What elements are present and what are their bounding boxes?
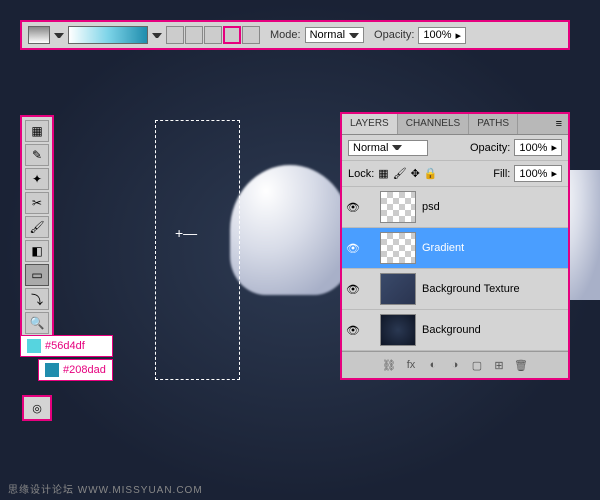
lock-label: Lock: [348,168,374,180]
fill-label: Fill: [493,168,510,180]
layer-name[interactable]: Background [422,324,481,336]
layer-row[interactable]: 👁 Background Texture [342,269,568,310]
adjustment-layer-icon[interactable]: ◑ [448,358,462,372]
mode-select[interactable]: Normal [305,27,364,43]
layer-row[interactable]: 👁 psd [342,187,568,228]
diamond-gradient-button[interactable] [242,26,260,44]
mode-label: Mode: [270,29,301,41]
tab-channels[interactable]: CHANNELS [398,114,469,134]
layer-name[interactable]: psd [422,201,440,213]
gradient-preview[interactable] [68,26,148,44]
color-tag-1: #56d4df [20,335,113,357]
layer-thumbnail[interactable] [380,314,416,346]
visibility-icon[interactable]: 👁 [346,201,360,214]
color-annotations: #56d4df #208dad [20,335,113,383]
radial-gradient-button[interactable] [185,26,203,44]
tab-paths[interactable]: PATHS [469,114,518,134]
chevron-down-icon[interactable] [152,33,162,38]
angle-gradient-button[interactable] [204,26,222,44]
layer-fx-icon[interactable]: fx [404,358,418,372]
layer-thumbnail[interactable] [380,273,416,305]
layer-name[interactable]: Background Texture [422,283,520,295]
panel-menu-icon[interactable]: ≡ [550,114,568,134]
magic-wand-tool[interactable]: ✦ [25,168,49,190]
new-layer-icon[interactable]: ⊞ [492,358,506,372]
lasso-tool[interactable]: ✎ [25,144,49,166]
layer-list: 👁 psd 👁 Gradient 👁 Background Texture 👁 Backgro… [342,187,568,351]
blend-mode-select[interactable]: Normal [348,140,428,156]
visibility-icon[interactable]: 👁 [346,283,360,296]
visibility-icon[interactable]: 👁 [346,242,360,255]
lock-all-icon[interactable]: 🔒 [424,167,438,180]
lock-transparency-icon[interactable]: ▦ [378,167,388,180]
eraser-tool[interactable]: ◧ [25,240,49,262]
gradient-type-group [166,26,260,44]
delete-layer-icon[interactable]: 🗑 [514,358,528,372]
chevron-down-icon [349,33,359,38]
canvas-3d-object [230,165,350,295]
options-bar: Mode: Normal Opacity: 100%▸ [20,20,570,50]
layer-row[interactable]: 👁 Gradient [342,228,568,269]
quickmask-button[interactable]: ◎ [22,395,52,421]
layer-thumbnail[interactable] [380,232,416,264]
layer-group-icon[interactable]: ▢ [470,358,484,372]
layer-name[interactable]: Gradient [422,242,464,254]
swatch-icon [45,363,59,377]
marquee-tool[interactable]: ▦ [25,120,49,142]
opacity-input[interactable]: 100%▸ [418,27,466,44]
layer-thumbnail[interactable] [380,191,416,223]
layer-opacity-input[interactable]: 100%▸ [514,139,562,156]
marquee-selection [155,120,240,380]
crop-tool[interactable]: ✂ [25,192,49,214]
layers-footer: ⛓ fx ◐ ◑ ▢ ⊞ 🗑 [342,351,568,378]
fill-input[interactable]: 100%▸ [514,165,562,182]
lock-position-icon[interactable]: ✥ [411,167,420,180]
chevron-down-icon[interactable] [54,33,64,38]
linear-gradient-button[interactable] [166,26,184,44]
tab-layers[interactable]: LAYERS [342,114,398,134]
panel-tabs: LAYERS CHANNELS PATHS ≡ [342,114,568,135]
layers-panel: LAYERS CHANNELS PATHS ≡ Normal Opacity: … [340,112,570,380]
brush-tool[interactable]: 🖌 [25,216,49,238]
reflected-gradient-button[interactable] [223,26,241,44]
lock-pixels-icon[interactable]: 🖌 [393,167,407,180]
layer-mask-icon[interactable]: ◐ [426,358,440,372]
foreground-color-swatch[interactable] [28,26,50,44]
opacity-label: Opacity: [470,142,510,154]
link-layers-icon[interactable]: ⛓ [382,358,396,372]
layer-row[interactable]: 👁 Background [342,310,568,351]
gradient-tool[interactable]: ▭ [25,264,49,286]
watermark-text: 思缘设计论坛 WWW.MISSYUAN.COM [8,481,203,496]
toolbox: ▦ ✎ ✦ ✂ 🖌 ◧ ▭ ⤵ 🔍 [20,115,54,339]
opacity-label: Opacity: [374,29,414,41]
color-tag-2: #208dad [38,359,113,381]
eyedropper-tool[interactable]: ⤵ [25,288,49,310]
zoom-tool[interactable]: 🔍 [25,312,49,334]
crosshair-icon: +— [175,225,197,241]
swatch-icon [27,339,41,353]
visibility-icon[interactable]: 👁 [346,324,360,337]
